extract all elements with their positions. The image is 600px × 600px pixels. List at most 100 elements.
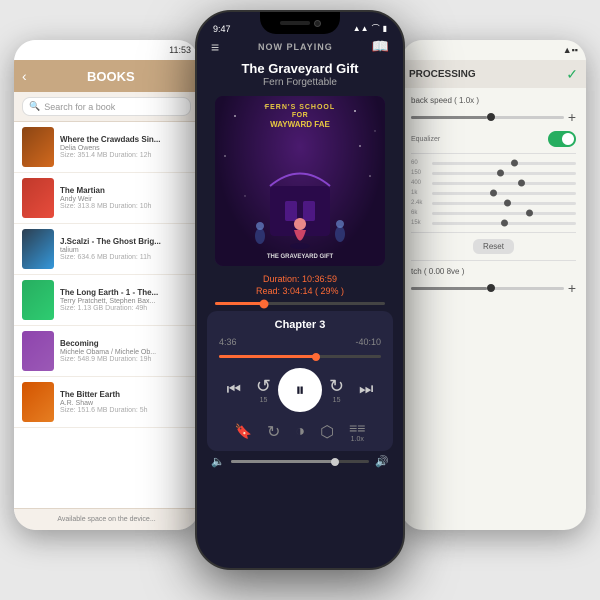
book-item-4[interactable]: Becoming Michele Obama / Michele Ob... S… xyxy=(14,326,199,377)
left-top-bar: ‹ BOOKS xyxy=(14,60,199,92)
eq-band-row-3: 1k xyxy=(411,190,576,196)
chapter-times: 4:36 -40:10 xyxy=(219,337,381,347)
book-title-1: The Martian xyxy=(60,186,191,196)
pause-button[interactable]: ⏸ xyxy=(278,368,321,412)
art-line3: WAYWARD FAE xyxy=(215,120,385,129)
notch-speaker xyxy=(280,21,310,25)
eq-band-label-0: 60 xyxy=(411,160,429,166)
book-item-2[interactable]: J.Scalzi - The Ghost Brig... talium Size… xyxy=(14,224,199,275)
bottom-text: Available space on the device... xyxy=(57,516,155,523)
back-button[interactable]: ‹ xyxy=(22,68,27,84)
eq-band-row-6: 15k xyxy=(411,220,576,226)
sleep-button[interactable]: ◑ xyxy=(295,423,305,441)
sleep-icon: ◑ xyxy=(295,423,305,441)
eq-band-thumb-3 xyxy=(490,190,497,197)
right-status-bar: ▲ ▪▪ xyxy=(401,40,586,60)
progress-track[interactable] xyxy=(215,302,385,305)
back15-label: 15 xyxy=(260,397,268,404)
equalizer-label: Equalizer xyxy=(411,136,440,143)
processing-label: PROCESSING xyxy=(409,69,476,80)
eq-band-slider-2[interactable] xyxy=(432,182,576,185)
bottom-icons: 🔖 ↻ ◑ ⬡ ≡≡ 1.0x xyxy=(219,420,381,443)
eq-band-slider-4[interactable] xyxy=(432,202,576,205)
pitch-slider[interactable] xyxy=(411,287,564,290)
duration-label: Duration: 10:36:59 xyxy=(263,274,337,284)
book-meta-4: Size: 548.9 MB Duration: 19h xyxy=(60,356,191,363)
battery-icon: ▪▪ xyxy=(572,45,578,55)
chapter-panel: Chapter 3 4:36 -40:10 ⏮ ↺ 15 ⏸ xyxy=(207,311,393,451)
forward-button[interactable]: ⏭ xyxy=(351,375,381,405)
book-title-5: The Bitter Earth xyxy=(60,390,191,400)
reset-button[interactable]: Reset xyxy=(473,239,514,254)
rewind-button[interactable]: ⏮ xyxy=(219,375,249,405)
phone-center: 9:47 ▲▲ ⌒ ▮ ≡ NOW PLAYING 📖 The Graveyar… xyxy=(195,10,405,570)
eq-band-slider-5[interactable] xyxy=(432,212,576,215)
vol-thumb xyxy=(331,458,339,466)
loop-button[interactable]: ↻ xyxy=(267,422,280,442)
book-author-1: Andy Weir xyxy=(60,196,191,203)
center-time: 9:47 xyxy=(213,24,231,34)
book-item-1[interactable]: The Martian Andy Weir Size: 313.8 MB Dur… xyxy=(14,173,199,224)
left-status-bar: 11:53 xyxy=(14,40,199,60)
time-remaining: -40:10 xyxy=(355,337,381,347)
book-item-5[interactable]: The Bitter Earth A.R. Shaw Size: 151.6 M… xyxy=(14,377,199,428)
vol-fill xyxy=(231,460,335,463)
equalizer-toggle[interactable] xyxy=(548,131,576,147)
check-icon[interactable]: ✓ xyxy=(566,66,578,83)
playback-slider[interactable] xyxy=(411,116,564,119)
vol-high-icon: 🔊 xyxy=(375,455,389,468)
book-thumb-3 xyxy=(22,280,54,320)
equalizer-row: Equalizer xyxy=(411,131,576,147)
read-label: Read: 3:04:14 ( 29% ) xyxy=(256,286,344,296)
eq-band-label-4: 2.4k xyxy=(411,200,429,206)
book-author-4: Michele Obama / Michele Ob... xyxy=(60,349,191,356)
book-item-3[interactable]: The Long Earth - 1 - The... Terry Pratch… xyxy=(14,275,199,326)
chapter-thumb xyxy=(312,353,320,361)
airplay-button[interactable]: ⬡ xyxy=(320,422,334,442)
pitch-plus[interactable]: + xyxy=(568,280,576,296)
book-item-0[interactable]: Where the Crawdads Sin... Delia Owens Si… xyxy=(14,122,199,173)
back15-icon: ↺ xyxy=(256,376,271,397)
read-info: Read: 3:04:14 ( 29% ) xyxy=(197,286,403,296)
search-bar: 🔍 Search for a book xyxy=(14,92,199,122)
battery-icon-c: ▮ xyxy=(383,24,387,33)
eq-band-thumb-1 xyxy=(497,170,504,177)
eq-band-slider-1[interactable] xyxy=(432,172,576,175)
playback-plus[interactable]: + xyxy=(568,109,576,125)
overall-progress[interactable] xyxy=(197,302,403,305)
eq-band-slider-6[interactable] xyxy=(432,222,576,225)
search-icon: 🔍 xyxy=(29,101,40,112)
chapter-fill xyxy=(219,355,316,358)
phone-left: 11:53 ‹ BOOKS 🔍 Search for a book Where … xyxy=(14,40,199,530)
bookmark-button[interactable]: 🔖 xyxy=(235,423,252,440)
book-author-5: A.R. Shaw xyxy=(60,400,191,407)
menu-icon[interactable]: ≡ xyxy=(211,39,219,55)
search-input[interactable]: 🔍 Search for a book xyxy=(22,97,191,116)
now-playing-header: ≡ NOW PLAYING 📖 xyxy=(197,36,403,59)
book-title-2: J.Scalzi - The Ghost Brig... xyxy=(60,237,191,247)
back15-button[interactable]: ↺ 15 xyxy=(249,375,279,405)
book-info-5: The Bitter Earth A.R. Shaw Size: 151.6 M… xyxy=(60,390,191,414)
book-thumb-2 xyxy=(22,229,54,269)
eq-band-slider-0[interactable] xyxy=(432,162,576,165)
forward15-icon: ↻ xyxy=(329,376,344,397)
eq-button[interactable]: ≡≡ 1.0x xyxy=(349,420,365,443)
forward15-button[interactable]: ↻ 15 xyxy=(322,375,352,405)
book-info-2: J.Scalzi - The Ghost Brig... talium Size… xyxy=(60,237,191,261)
book-author-2: talium xyxy=(60,247,191,254)
center-book-title: The Graveyard Gift xyxy=(197,61,403,76)
book-thumb-4 xyxy=(22,331,54,371)
chapter-slider[interactable] xyxy=(219,355,381,358)
eq-band-slider-3[interactable] xyxy=(432,192,576,195)
eq-band-thumb-5 xyxy=(526,210,533,217)
eq-band-thumb-2 xyxy=(518,180,525,187)
notch-camera xyxy=(314,20,321,27)
progress-thumb xyxy=(260,299,269,308)
volume-slider[interactable] xyxy=(231,460,370,463)
eq-band-label-2: 400 xyxy=(411,180,429,186)
status-icons: ▲▲ ⌒ ▮ xyxy=(353,23,387,34)
eq-band-label-5: 6k xyxy=(411,210,429,216)
book-icon[interactable]: 📖 xyxy=(372,38,389,55)
eq-band-label-3: 1k xyxy=(411,190,429,196)
eq-band-row-1: 150 xyxy=(411,170,576,176)
